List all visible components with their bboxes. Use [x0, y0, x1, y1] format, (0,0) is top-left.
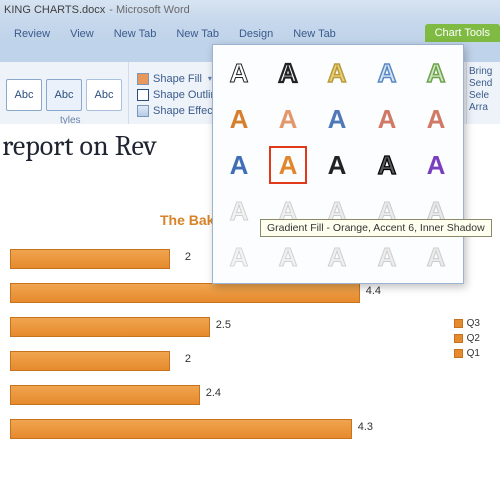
chart-bar[interactable]: 2: [10, 351, 170, 371]
bar-row: 2: [10, 348, 500, 374]
app-name: - Microsoft Word: [109, 4, 189, 16]
chart-tools-contextual: Chart Tools: [425, 24, 500, 42]
svg-text:A: A: [377, 242, 396, 272]
wordart-style-option[interactable]: A: [369, 55, 405, 91]
legend-label: Q1: [467, 348, 480, 359]
chart-legend[interactable]: Q3 Q2 Q1: [454, 318, 480, 363]
chart-bar[interactable]: 2.4: [10, 385, 200, 405]
legend-item[interactable]: Q1: [454, 348, 480, 359]
wordart-styles-gallery[interactable]: AAAAAAAAAAAAAAAAAAAAAAAAA: [212, 44, 464, 284]
wordart-style-option[interactable]: A: [221, 239, 257, 275]
wordart-style-option[interactable]: A: [270, 55, 306, 91]
paint-bucket-icon: [137, 73, 149, 85]
wordart-style-option[interactable]: A: [319, 101, 355, 137]
wordart-style-option[interactable]: A: [319, 147, 355, 183]
shape-style-preset-1[interactable]: Abc: [6, 79, 42, 111]
chart-bar[interactable]: 2.5: [10, 317, 210, 337]
legend-item[interactable]: Q3: [454, 318, 480, 329]
bar-row: 4.3: [10, 416, 500, 442]
legend-swatch-icon: [454, 334, 463, 343]
ribbon-tabs: Review View New Tab New Tab Design New T…: [0, 20, 500, 42]
wordart-tooltip: Gradient Fill - Orange, Accent 6, Inner …: [260, 219, 492, 237]
bar-value: 4.4: [366, 285, 381, 297]
tab-design-1[interactable]: Design: [229, 25, 283, 42]
shape-style-preset-3[interactable]: Abc: [86, 79, 122, 111]
wordart-style-option[interactable]: A: [221, 55, 257, 91]
svg-text:A: A: [230, 150, 249, 180]
svg-text:A: A: [230, 196, 249, 226]
tab-newtab-3[interactable]: New Tab: [283, 25, 346, 42]
svg-text:A: A: [279, 150, 298, 180]
wordart-style-option[interactable]: A: [369, 101, 405, 137]
bring-forward-button[interactable]: Bring: [469, 66, 498, 77]
tab-newtab-1[interactable]: New Tab: [104, 25, 167, 42]
bar-value: 2: [185, 251, 191, 263]
wordart-style-option[interactable]: A: [319, 239, 355, 275]
svg-text:A: A: [426, 58, 445, 88]
legend-item[interactable]: Q2: [454, 333, 480, 344]
shape-style-preset-2[interactable]: Abc: [46, 79, 82, 111]
send-backward-button[interactable]: Send: [469, 78, 498, 89]
bar-value: 2: [185, 353, 191, 365]
bar-value: 4.3: [358, 421, 373, 433]
svg-text:A: A: [328, 104, 347, 134]
bar-value: 2.4: [206, 387, 221, 399]
wordart-style-option[interactable]: A: [369, 147, 405, 183]
arrange-label: Arra: [469, 102, 498, 113]
bar-row: 2.4: [10, 382, 500, 408]
effects-icon: [137, 105, 149, 117]
svg-text:A: A: [279, 58, 298, 88]
svg-text:A: A: [230, 58, 249, 88]
wordart-style-option[interactable]: A: [270, 239, 306, 275]
wordart-style-option[interactable]: A: [418, 101, 454, 137]
chart-bar[interactable]: 4.4: [10, 283, 360, 303]
legend-swatch-icon: [454, 319, 463, 328]
wordart-style-option[interactable]: A: [418, 147, 454, 183]
svg-text:A: A: [230, 242, 249, 272]
wordart-style-option[interactable]: A: [270, 147, 306, 183]
arrange-group: Bring Send Sele Arra: [466, 62, 500, 127]
legend-swatch-icon: [454, 349, 463, 358]
chart-bar[interactable]: 4.3: [10, 419, 352, 439]
wordart-style-option[interactable]: A: [369, 239, 405, 275]
svg-text:A: A: [377, 104, 396, 134]
bar-value: 2.5: [216, 319, 231, 331]
legend-label: Q3: [467, 318, 480, 329]
wordart-style-option[interactable]: A: [221, 147, 257, 183]
shape-fill-label: Shape Fill: [153, 73, 202, 85]
wordart-style-option[interactable]: A: [418, 55, 454, 91]
titlebar: KING CHARTS.docx - Microsoft Word: [0, 0, 500, 20]
svg-text:A: A: [426, 242, 445, 272]
svg-text:A: A: [377, 150, 396, 180]
svg-text:A: A: [377, 58, 396, 88]
wordart-style-option[interactable]: A: [319, 55, 355, 91]
svg-text:A: A: [279, 104, 298, 134]
tab-newtab-2[interactable]: New Tab: [166, 25, 229, 42]
legend-label: Q2: [467, 333, 480, 344]
bar-row: 2.5: [10, 314, 500, 340]
wordart-style-option[interactable]: A: [221, 101, 257, 137]
wordart-style-option[interactable]: A: [418, 239, 454, 275]
document-name: KING CHARTS.docx: [4, 4, 105, 16]
wordart-style-option[interactable]: A: [270, 101, 306, 137]
svg-text:A: A: [230, 104, 249, 134]
wordart-style-option[interactable]: A: [221, 193, 257, 229]
svg-text:A: A: [328, 58, 347, 88]
svg-text:A: A: [328, 150, 347, 180]
svg-text:A: A: [279, 242, 298, 272]
tab-view[interactable]: View: [60, 25, 104, 42]
tab-review[interactable]: Review: [4, 25, 60, 42]
shape-styles-group: Abc Abc Abc tyles: [0, 62, 129, 127]
pencil-icon: [137, 89, 149, 101]
selection-pane-button[interactable]: Sele: [469, 90, 498, 101]
svg-text:A: A: [426, 104, 445, 134]
chart-bar[interactable]: 2: [10, 249, 170, 269]
svg-text:A: A: [426, 150, 445, 180]
svg-text:A: A: [328, 242, 347, 272]
